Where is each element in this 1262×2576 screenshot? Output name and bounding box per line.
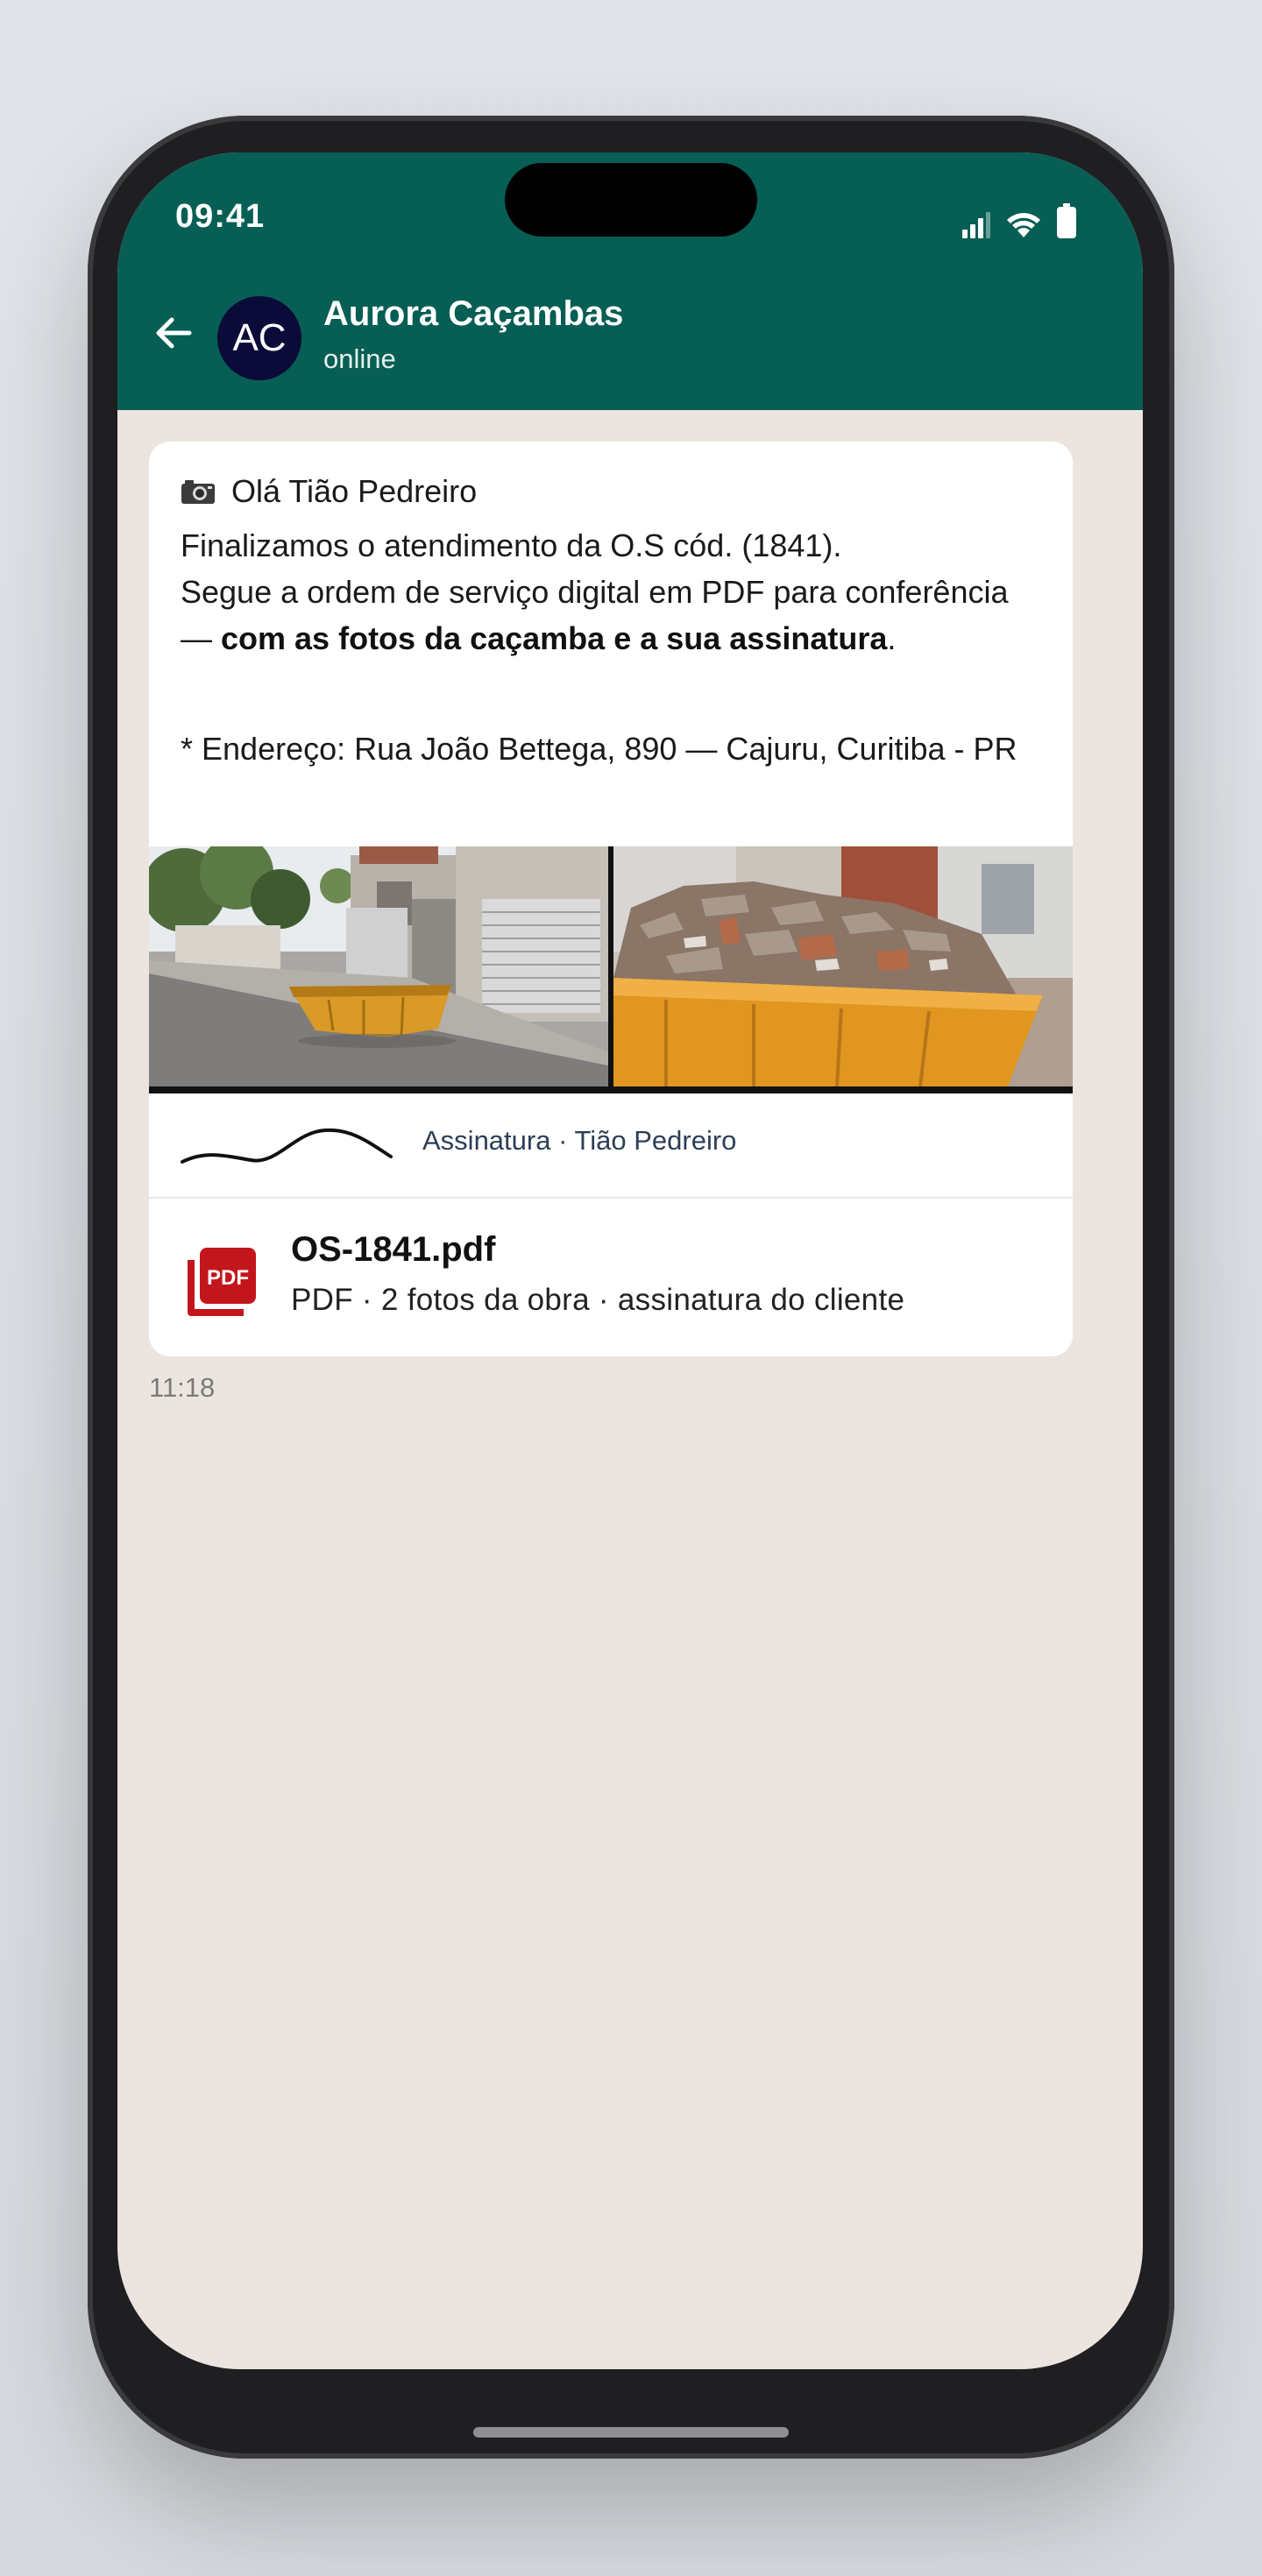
signal-icon <box>962 212 990 238</box>
chat-header: 09:41 AC Aurora Caçambas online <box>117 152 1143 410</box>
address-text: * Endereço: Rua João Bettega, 890 — Caju… <box>181 731 1017 767</box>
home-indicator[interactable] <box>473 2427 789 2438</box>
message-period: . <box>887 620 897 656</box>
contact-name[interactable]: Aurora Caçambas <box>323 294 623 334</box>
photo-dumpster-street[interactable] <box>149 846 608 1086</box>
message-line-1: Finalizamos o atendimento da O.S cód. (1… <box>181 527 842 563</box>
wifi-icon <box>1007 213 1040 237</box>
greeting-text: Olá Tião Pedreiro <box>231 473 478 509</box>
signature-label: Assinatura · Tião Pedreiro <box>422 1125 737 1156</box>
signature-scribble <box>181 1128 393 1164</box>
pdf-icon: PDF <box>188 1248 256 1316</box>
message-bubble[interactable]: Olá Tião Pedreiro Finalizamos o atendime… <box>149 442 1073 1356</box>
message-bold-text: com as fotos da caçamba e a sua assinatu… <box>221 620 888 656</box>
photo-dumpster-debris[interactable] <box>613 846 1073 1086</box>
phone-frame: 09:41 AC Aurora Caçambas online Olá Tião… <box>88 116 1174 2459</box>
contact-avatar[interactable]: AC <box>217 296 301 380</box>
svg-text:PDF: PDF <box>207 1266 249 1290</box>
contact-status: online <box>323 343 396 374</box>
back-arrow-icon[interactable] <box>147 307 200 359</box>
pdf-attachment[interactable]: PDF OS-1841.pdf PDF · 2 fotos da obra · … <box>149 1197 1073 1356</box>
photo-grid[interactable] <box>149 846 1073 1093</box>
file-meta: PDF · 2 fotos da obra · assinatura do cl… <box>291 1283 905 1317</box>
signature-row[interactable]: Assinatura · Tião Pedreiro <box>149 1093 1073 1199</box>
status-time: 09:41 <box>175 198 266 235</box>
battery-icon <box>1057 203 1076 238</box>
camera-icon <box>181 480 215 504</box>
message-body: Finalizamos o atendimento da O.S cód. (1… <box>181 522 1022 662</box>
status-icons <box>962 203 1076 238</box>
dynamic-island <box>505 163 757 237</box>
greeting-line: Olá Tião Pedreiro <box>181 473 477 510</box>
message-time: 11:18 <box>149 1372 216 1403</box>
file-name[interactable]: OS-1841.pdf <box>291 1230 495 1270</box>
chat-screen: 09:41 AC Aurora Caçambas online Olá Tião… <box>117 152 1143 2369</box>
